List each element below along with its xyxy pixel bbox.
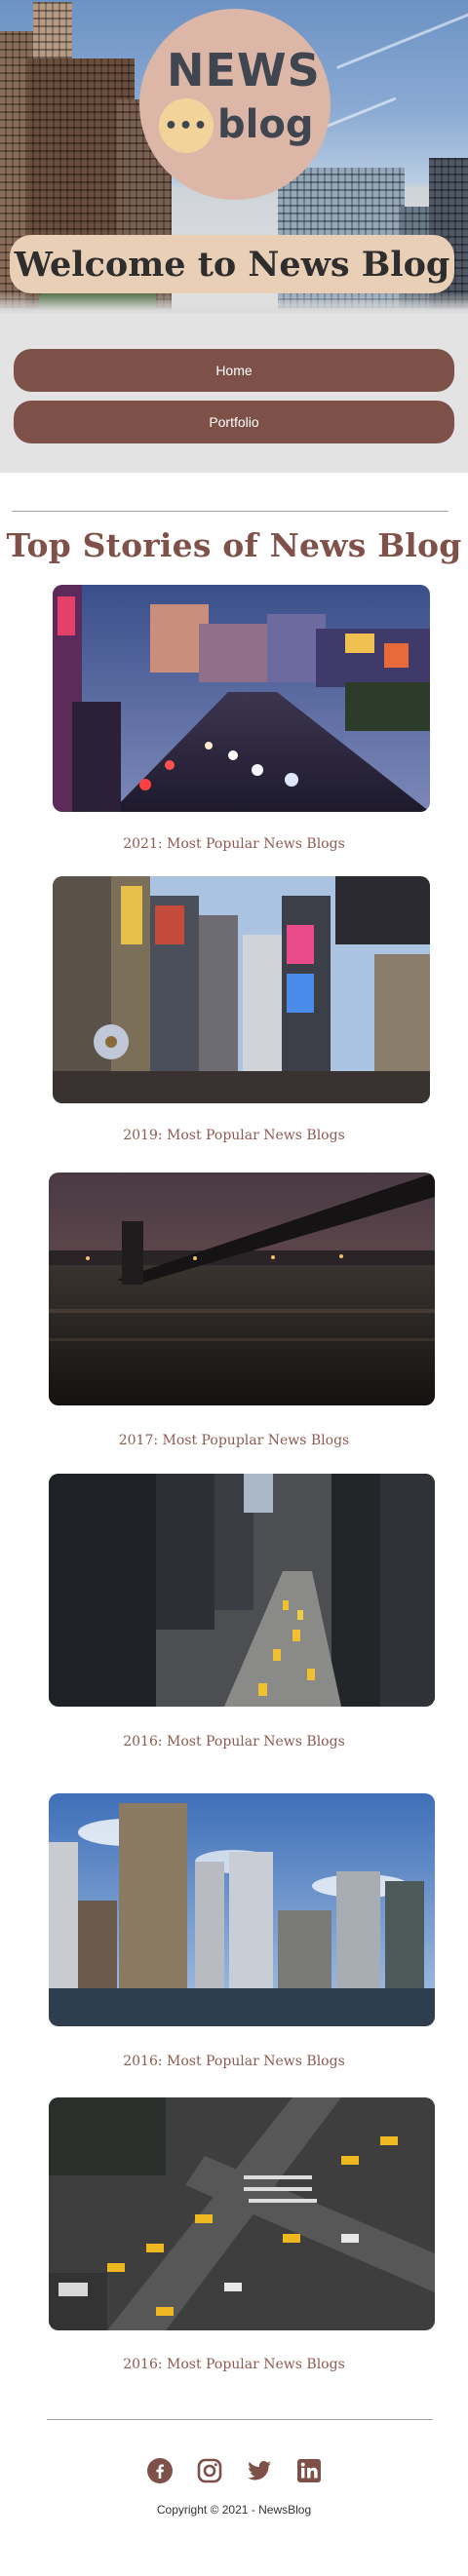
speech-bubble-icon: ••• (159, 98, 214, 153)
logo-dots: ••• (164, 113, 209, 138)
footer-divider (47, 2419, 433, 2420)
welcome-heading: Welcome to News Blog (14, 244, 450, 285)
copyright-text: Copyright © 2021 - NewsBlog (156, 2503, 312, 2517)
logo-blog-text: blog (217, 102, 314, 147)
facebook-icon[interactable] (146, 2458, 173, 2483)
story-image-3[interactable] (49, 1173, 435, 1405)
manhattan-skyline-scene (49, 1793, 435, 2026)
story-caption-3[interactable]: 2017: Most Popuplar News Blogs (0, 1433, 468, 1448)
story-caption-2[interactable]: 2019: Most Popular News Blogs (0, 1128, 468, 1143)
story-image-2[interactable] (53, 876, 430, 1103)
story-caption-1[interactable]: 2021: Most Popular News Blogs (0, 836, 468, 852)
instagram-icon[interactable] (197, 2458, 222, 2483)
main-nav: Home Portfolio (0, 314, 468, 473)
story-caption-4[interactable]: 2016: Most Popular News Blogs (0, 1734, 468, 1749)
news-blog-logo[interactable]: NEWS ••• blog (139, 9, 331, 200)
story-image-4[interactable] (49, 1474, 435, 1707)
story-caption-6[interactable]: 2016: Most Popular News Blogs (0, 2357, 468, 2372)
las-vegas-night-scene (53, 585, 430, 812)
nav-portfolio-button[interactable]: Portfolio (14, 401, 454, 443)
section-title: Top Stories of News Blog (6, 526, 462, 564)
welcome-heading-band: Welcome to News Blog (10, 235, 454, 293)
story-image-5[interactable] (49, 1793, 435, 2026)
story-image-1[interactable] (53, 585, 430, 812)
intersection-taxis-scene (49, 2097, 435, 2330)
times-square-scene (53, 876, 430, 1103)
logo-news-text: NEWS (167, 44, 321, 96)
header-divider (12, 511, 448, 512)
twitter-icon[interactable] (247, 2458, 272, 2483)
nav-home-button[interactable]: Home (14, 349, 454, 392)
city-traffic-scene (49, 1474, 435, 1707)
linkedin-icon[interactable] (296, 2458, 322, 2483)
bridge-night-scene (49, 1173, 435, 1405)
hero-banner: NEWS ••• blog Welcome to News Blog (0, 0, 468, 314)
story-caption-5[interactable]: 2016: Most Popular News Blogs (0, 2054, 468, 2069)
social-links (0, 2458, 468, 2483)
story-image-6[interactable] (49, 2097, 435, 2330)
